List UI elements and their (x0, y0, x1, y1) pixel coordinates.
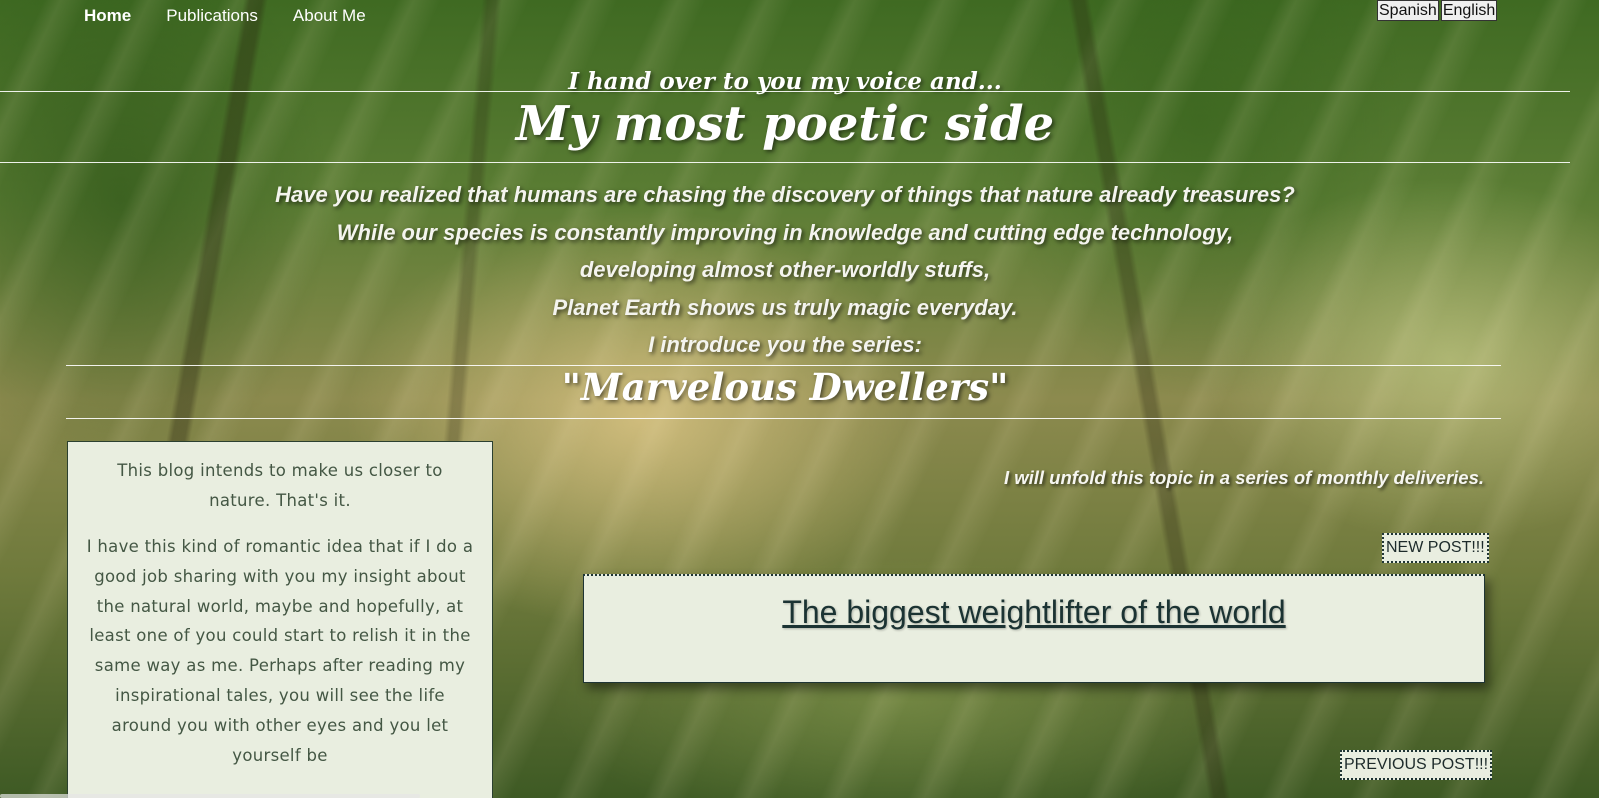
language-switcher: Spanish English (1377, 0, 1498, 21)
about-blog-sidebar: This blog intends to make us closer to n… (67, 441, 493, 798)
intro-line: I introduce you the series: (648, 332, 922, 357)
intro-paragraph: Have you realized that humans are chasin… (0, 176, 1570, 364)
previous-post-badge: PREVIOUS POST!!! (1340, 750, 1493, 780)
page-title: My most poetic side (515, 96, 1055, 152)
intro-line: While our species is constantly improvin… (336, 219, 1234, 245)
top-nav: Home Publications About Me (84, 0, 401, 32)
sidebar-intro-text: This blog intends to make us closer to n… (117, 461, 443, 510)
sidebar-body-text: I have this kind of romantic idea that i… (86, 537, 474, 765)
series-title: "Marvelous Dwellers" (561, 365, 1009, 409)
nav-item-publications[interactable]: Publications (166, 6, 258, 26)
nav-item-home[interactable]: Home (84, 6, 131, 26)
series-note: I will unfold this topic in a series of … (1003, 467, 1484, 488)
divider (0, 91, 1570, 92)
english-button[interactable]: English (1440, 0, 1498, 21)
intro-line: Have you realized that humans are chasin… (275, 182, 1295, 207)
spanish-button[interactable]: Spanish (1377, 0, 1439, 21)
intro-line: Planet Earth shows us truly magic everyd… (552, 294, 1018, 320)
post-title-link[interactable]: The biggest weightlifter of the world (782, 594, 1285, 631)
divider (0, 162, 1570, 163)
divider (66, 418, 1501, 419)
intro-line: developing almost other-worldly stuffs, (579, 257, 991, 282)
nav-item-about-me[interactable]: About Me (293, 6, 366, 26)
new-post-badge: NEW POST!!! (1382, 533, 1489, 563)
horizontal-scrollbar[interactable] (0, 794, 420, 798)
post-card: The biggest weightlifter of the world (583, 574, 1485, 683)
